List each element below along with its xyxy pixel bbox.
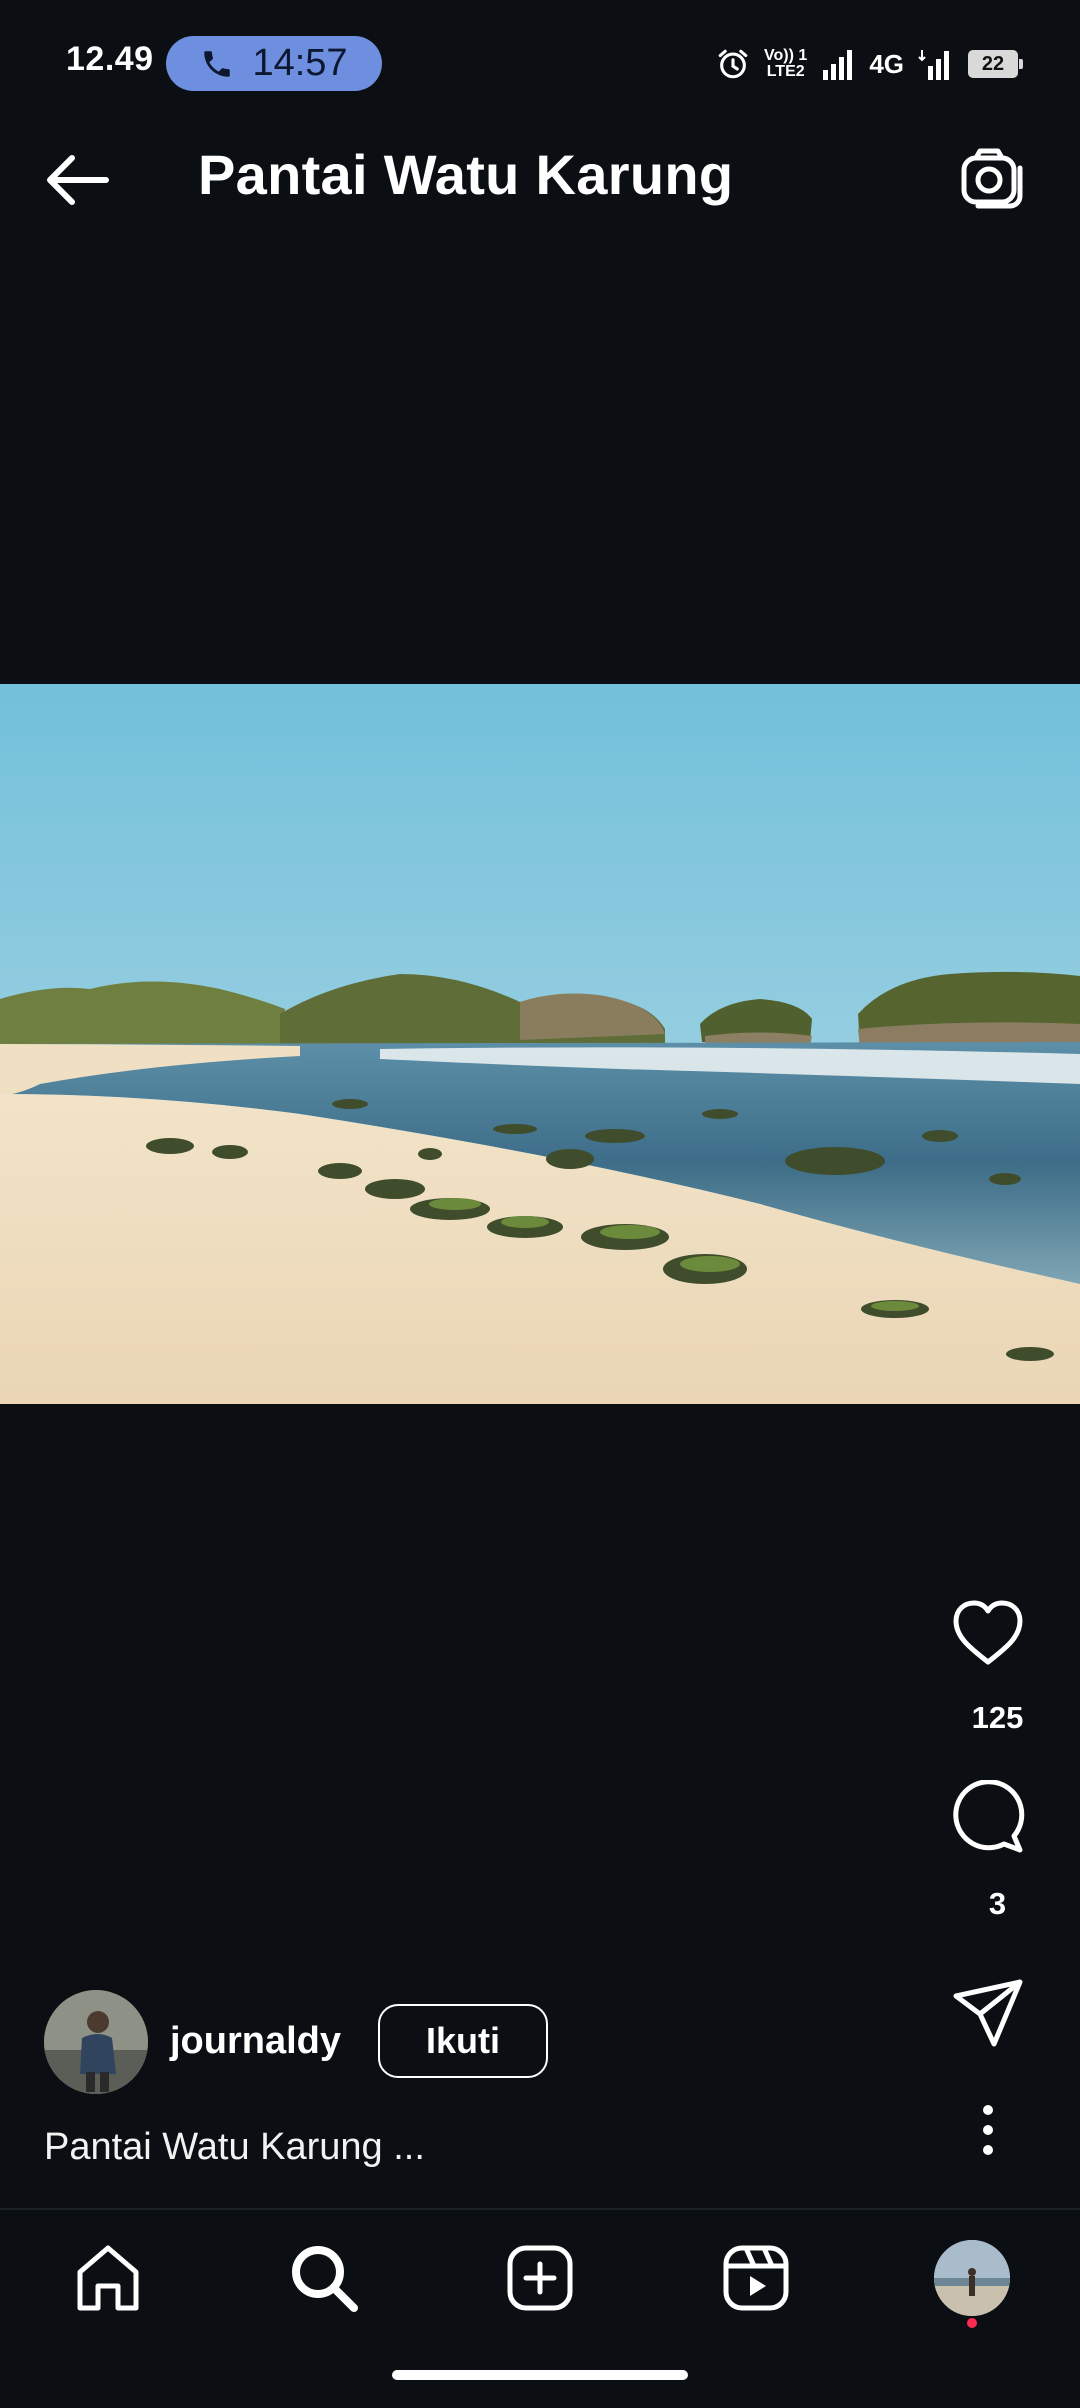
- battery-icon: 22: [968, 50, 1023, 78]
- home-indicator[interactable]: [392, 2370, 688, 2380]
- network-type: 4G: [869, 48, 904, 79]
- notification-dot: [967, 2318, 977, 2328]
- screen: 12.49 14:57 Vo)) 1 LTE2 4G 22 Pantai Wat…: [0, 0, 1080, 2408]
- beach-photo: [0, 684, 1080, 1404]
- post-photo[interactable]: [0, 684, 1080, 1404]
- avatar-image: [44, 1990, 148, 2094]
- author-username[interactable]: journaldy: [170, 2020, 341, 2063]
- share-icon[interactable]: [950, 1974, 1026, 2050]
- profile-image: [934, 2240, 1010, 2316]
- home-icon[interactable]: [70, 2240, 146, 2316]
- follow-button[interactable]: Ikuti: [378, 2004, 548, 2078]
- status-icons: Vo)) 1 LTE2 4G 22: [716, 44, 1023, 84]
- signal-icon: [823, 50, 853, 80]
- avatar[interactable]: [44, 1990, 148, 2094]
- profile-avatar[interactable]: [934, 2240, 1010, 2316]
- signal-icon: [918, 50, 949, 80]
- create-icon[interactable]: [502, 2240, 578, 2316]
- comment-count[interactable]: 3: [940, 1886, 1055, 1922]
- alarm-icon: [718, 49, 748, 79]
- page-title: Pantai Watu Karung: [198, 143, 734, 206]
- arrow-left-icon[interactable]: [42, 150, 112, 210]
- heart-icon[interactable]: [950, 1596, 1026, 1672]
- camera-icon[interactable]: [958, 144, 1026, 212]
- volte-label: Vo)) 1 LTE2: [764, 47, 808, 80]
- reels-icon[interactable]: [718, 2240, 794, 2316]
- more-icon[interactable]: [950, 2092, 1026, 2168]
- bottom-nav: [0, 2210, 1080, 2340]
- ongoing-call-pill[interactable]: 14:57: [166, 36, 382, 91]
- like-count[interactable]: 125: [940, 1700, 1055, 1736]
- header: Pantai Watu Karung: [0, 100, 1080, 250]
- status-bar: 12.49 14:57 Vo)) 1 LTE2 4G 22: [0, 0, 1080, 100]
- call-duration: 14:57: [252, 42, 348, 84]
- comment-icon[interactable]: [950, 1780, 1026, 1856]
- status-time: 12.49: [66, 40, 154, 78]
- phone-icon: [204, 50, 231, 77]
- search-icon[interactable]: [286, 2240, 362, 2316]
- post-caption[interactable]: Pantai Watu Karung ...: [44, 2126, 425, 2169]
